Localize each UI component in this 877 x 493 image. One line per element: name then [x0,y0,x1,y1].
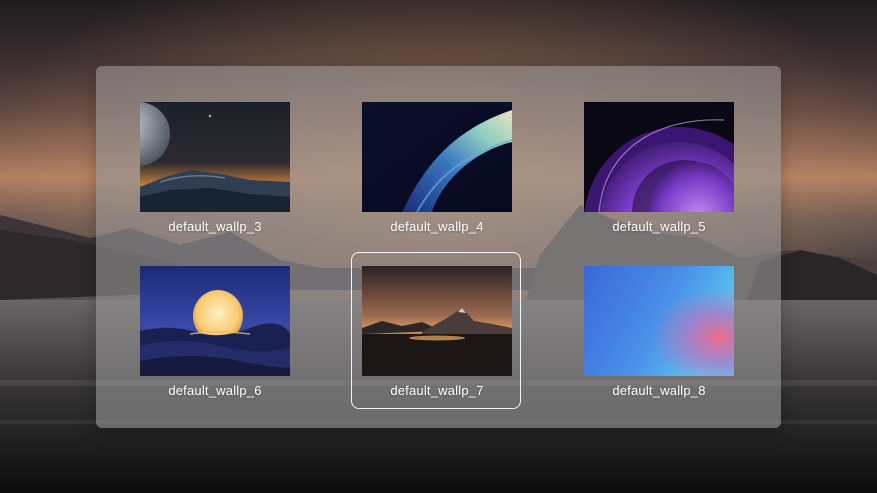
moon-ocean-image [140,102,290,212]
purple-planet-image [584,102,734,212]
sunset-dunes-image [140,266,290,376]
wallpaper-label: default_wallp_5 [612,219,706,234]
blue-gradient-image [584,266,734,376]
mountain-lake-image [362,266,512,376]
desktop-background: default_wallp_3 default_wallp_4 default_… [0,0,877,493]
wallpaper-tile-4[interactable]: default_wallp_4 [351,88,521,245]
blue-wave-image [362,102,512,212]
wallpaper-label: default_wallp_8 [612,383,706,398]
wallpaper-tile-6[interactable]: default_wallp_6 [129,252,299,409]
wallpaper-label: default_wallp_7 [390,383,484,398]
wallpaper-picker-panel: default_wallp_3 default_wallp_4 default_… [96,66,781,428]
wallpaper-tile-8[interactable]: default_wallp_8 [573,252,743,409]
wallpaper-label: default_wallp_3 [168,219,262,234]
wallpaper-label: default_wallp_4 [390,219,484,234]
wallpaper-label: default_wallp_6 [168,383,262,398]
wallpaper-tile-5[interactable]: default_wallp_5 [573,88,743,245]
wallpaper-tile-3[interactable]: default_wallp_3 [129,88,299,245]
wallpaper-tile-7[interactable]: default_wallp_7 [351,252,521,409]
